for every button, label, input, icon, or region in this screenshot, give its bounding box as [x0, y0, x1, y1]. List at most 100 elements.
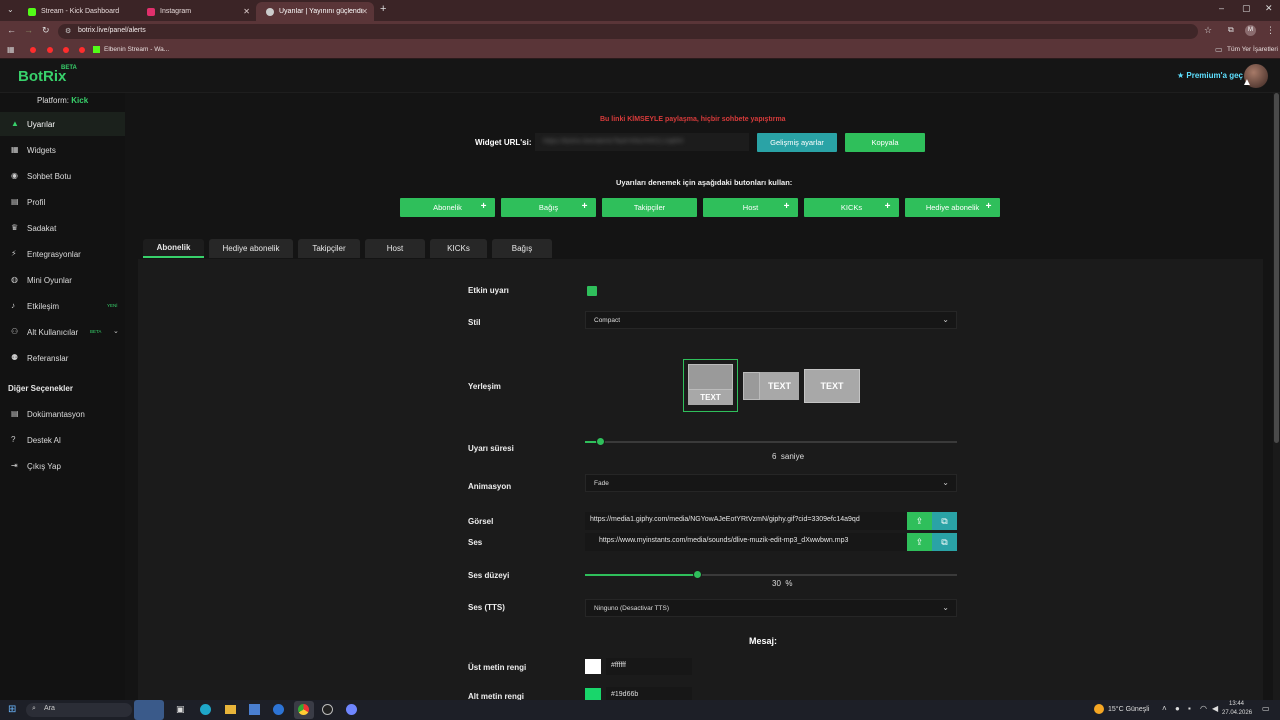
tab-abonelik[interactable]: Abonelik [143, 239, 204, 258]
apps-icon[interactable]: ▦ [7, 45, 15, 54]
volume-icon[interactable]: ◀ [1212, 704, 1218, 713]
sidebar-item-cikis-yap[interactable]: ⇥ Çıkış Yap [0, 454, 125, 478]
menu-icon[interactable]: ⋮ [1266, 25, 1275, 36]
sound-upload-button[interactable]: ⇪ [907, 533, 932, 551]
tab-list-icon[interactable]: ⌄ [7, 5, 14, 14]
microphone-icon[interactable]: ● [1175, 704, 1180, 713]
sidebar-item-sohbet-botu[interactable]: ◉ Sohbet Botu [0, 164, 125, 188]
clock-date[interactable]: 27.04.2026 [1222, 710, 1252, 716]
maximize-icon[interactable]: ▢ [1242, 3, 1251, 14]
sidebar-item-uyarilar[interactable]: ▲ Uyarılar [0, 112, 125, 136]
weather-text[interactable]: 15°C Güneşli [1108, 706, 1149, 713]
layout-option-image-left[interactable]: TEXT [743, 372, 799, 400]
browser-tab-alerts[interactable]: Uyarılar | Yayınını güçlendirmek ✕ [256, 2, 374, 21]
sidebar-item-mini-oyunlar[interactable]: ◍ Mini Oyunlar [0, 268, 125, 292]
layout-option-image-top[interactable]: TEXT [683, 359, 738, 412]
copy-button[interactable]: Kopyala [845, 133, 925, 152]
tab-host[interactable]: Host [365, 239, 425, 258]
sidebar-item-destek-al[interactable]: ? Destek Al [0, 428, 125, 452]
browser-tab-instagram[interactable]: Instagram ✕ [137, 2, 256, 21]
sidebar-item-entegrasyonlar[interactable]: ⚡ Entegrasyonlar [0, 242, 125, 266]
tab-hediye-abonelik[interactable]: Hediye abonelik [209, 239, 293, 258]
image-gallery-button[interactable]: ⧉ [932, 512, 957, 530]
bookmark-dot-icon[interactable] [63, 47, 69, 53]
file-explorer-icon[interactable] [225, 705, 236, 714]
sound-gallery-button[interactable]: ⧉ [932, 533, 957, 551]
sidebar-item-profil[interactable]: ▤ Profil [0, 190, 125, 214]
tab-label: Instagram [160, 8, 192, 15]
duration-slider-thumb[interactable] [595, 437, 605, 446]
task-view-icon[interactable]: ▣ [176, 704, 185, 715]
sidebar-item-referanslar[interactable]: ⚉ Referanslar [0, 346, 125, 370]
sidebar-item-dokumantasyon[interactable]: ▤ Dokümantasyon [0, 402, 125, 426]
image-upload-button[interactable]: ⇪ [907, 512, 932, 530]
tts-select[interactable]: Ninguno (Desactivar TTS) ⌄ [585, 599, 957, 617]
volume-slider-thumb[interactable] [692, 570, 702, 579]
tray-chevron-icon[interactable]: ˄ [1162, 704, 1167, 713]
close-icon[interactable]: ✕ [361, 7, 368, 16]
bookmark-star-icon[interactable]: ☆ [1204, 25, 1212, 36]
bookmark-dot-icon[interactable] [47, 47, 53, 53]
botrix-logo[interactable]: BotRix BETA [18, 65, 77, 85]
app-icon[interactable] [346, 704, 357, 715]
new-tab-icon[interactable]: + [380, 3, 386, 15]
extensions-icon[interactable]: ⧉ [1228, 25, 1234, 35]
search-icon: ⌕ [32, 705, 36, 712]
layout-option-text-only[interactable]: TEXT [804, 369, 860, 403]
page-scrollbar[interactable] [1273, 93, 1280, 700]
all-bookmarks[interactable]: Tüm Yer İşaretleri [1227, 46, 1278, 53]
enabled-checkbox[interactable] [587, 286, 597, 296]
wifi-icon[interactable]: ◠ [1200, 704, 1207, 713]
window-close-icon[interactable]: ✕ [1265, 3, 1273, 14]
volume-slider[interactable] [585, 570, 957, 579]
edge-icon[interactable] [200, 704, 211, 715]
back-icon[interactable]: ← [7, 25, 16, 35]
tab-takipciler[interactable]: Takipçiler [298, 239, 360, 258]
top-text-color-swatch[interactable] [585, 659, 601, 674]
url-input[interactable]: ⚙ botrix.live/panel/alerts [58, 24, 1198, 39]
sidebar-item-sadakat[interactable]: ♛ Sadakat [0, 216, 125, 240]
mail-icon[interactable] [273, 704, 284, 715]
tray-icon[interactable]: ▪ [1188, 704, 1191, 713]
animation-select[interactable]: Fade ⌄ [585, 474, 957, 492]
test-abonelik-button[interactable]: Abonelik + [400, 198, 495, 217]
test-bagis-button[interactable]: Bağış + [501, 198, 596, 217]
image-url-field[interactable]: https://media1.giphy.com/media/NGYowAJeE… [585, 512, 907, 530]
reload-icon[interactable]: ↻ [42, 25, 50, 36]
test-host-button[interactable]: Host + [703, 198, 798, 217]
notification-icon[interactable]: ▭ [1262, 704, 1270, 713]
advanced-settings-button[interactable]: Gelişmiş ayarlar [757, 133, 837, 152]
widget-url-field[interactable]: https://botrix.live/alerts?bid=hNcrHXCLU… [535, 133, 749, 151]
test-hediye-abonelik-button[interactable]: Hediye abonelik + [905, 198, 1000, 217]
clock-time[interactable]: 13:44 [1229, 701, 1244, 707]
duration-slider[interactable] [585, 437, 957, 446]
sound-url-field[interactable]: https://www.myinstants.com/media/sounds/… [585, 533, 907, 551]
tab-kicks[interactable]: KICKs [430, 239, 487, 258]
taskbar-widget-icon[interactable] [134, 700, 164, 720]
profile-avatar[interactable]: M [1245, 25, 1256, 36]
scrollbar-thumb[interactable] [1274, 93, 1279, 443]
style-select[interactable]: Compact ⌄ [585, 311, 957, 329]
store-icon[interactable] [249, 704, 260, 715]
bookmark-dot-icon[interactable] [30, 47, 36, 53]
taskbar-search[interactable]: ⌕ Ara [26, 703, 132, 717]
sidebar-item-widgets[interactable]: ▦ Widgets [0, 138, 125, 162]
top-text-color-input[interactable]: #ffffff [606, 658, 692, 675]
tab-bagis[interactable]: Bağış [492, 239, 552, 258]
site-info-icon[interactable]: ⚙ [65, 27, 71, 35]
bookmark-dot-icon[interactable] [79, 47, 85, 53]
sidebar-item-alt-kullanicilar[interactable]: ⚇ Alt Kullanıcılar BETA ⌄ [0, 320, 125, 344]
chevron-down-icon[interactable]: ⌄ [113, 327, 119, 335]
trophy-icon: ♛ [11, 223, 19, 232]
premium-link[interactable]: ★ Premium'a geç [1177, 71, 1243, 80]
obs-icon[interactable] [322, 704, 333, 715]
sidebar-item-etkilesim[interactable]: ♪ Etkileşim YENİ [0, 294, 125, 318]
close-icon[interactable]: ✕ [243, 7, 250, 16]
forward-icon[interactable]: → [24, 25, 33, 35]
test-kicks-button[interactable]: KICKs + [804, 198, 899, 217]
grid-icon: ▦ [11, 145, 19, 154]
windows-start-icon[interactable]: ⊞ [8, 704, 16, 715]
bookmark-elbenin[interactable]: Elbenin Stream - Wa... [104, 46, 169, 53]
test-takipciler-button[interactable]: Takipçiler [602, 198, 697, 217]
minimize-icon[interactable]: – [1219, 3, 1224, 13]
